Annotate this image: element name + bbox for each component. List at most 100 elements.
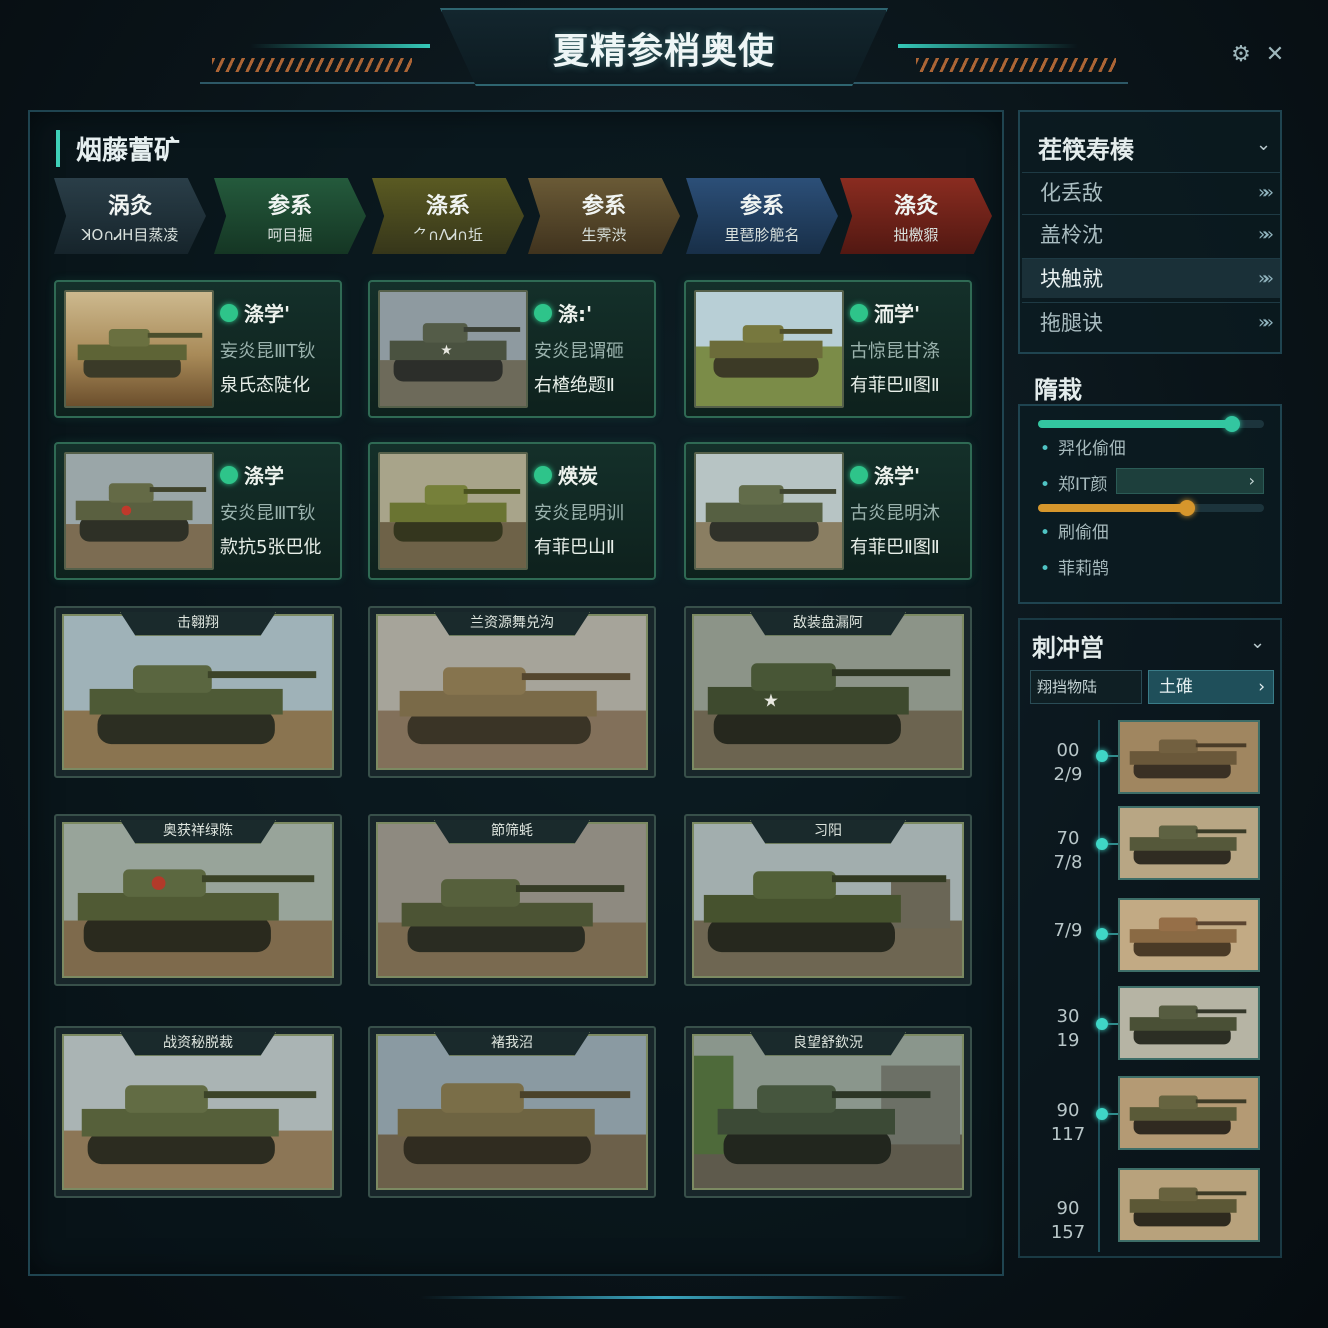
- settings-icon[interactable]: ⚙: [1228, 42, 1254, 68]
- status-icon: [534, 303, 552, 322]
- tank-image: ★: [692, 614, 964, 770]
- chevron-down-icon[interactable]: ⌄: [1256, 134, 1271, 155]
- timeline-title: 刺冲営: [1032, 634, 1104, 662]
- timeline-entry: 00 2/9: [1030, 718, 1266, 798]
- tank-name: 洏学': [874, 302, 921, 326]
- timeline-thumbnail[interactable]: [1118, 1076, 1260, 1150]
- tank-showcase-card[interactable]: 击翱翔: [54, 606, 342, 778]
- tank-showcase-card[interactable]: 习阳: [684, 814, 972, 986]
- tab-sublabel: 里琶胗䈈名: [724, 225, 800, 244]
- tank-stat: 款抗5张巴仳: [220, 537, 322, 558]
- tab-sublabel: 呵目掘: [267, 225, 313, 244]
- tank-name: 煐炭: [558, 464, 598, 488]
- tab-sublabel: 生霁渋: [581, 225, 627, 244]
- tank-info: 煐炭 安炎昆明训 有菲巴山Ⅱ: [534, 460, 654, 559]
- status-icon: [850, 465, 868, 484]
- settings-panel: 羿化偷佃 郑IT颜 › 刷偷佃 菲莉鹄: [1018, 404, 1282, 604]
- nav-panel: 茬筷寿楱 ⌄ 化丢敌 »» 盖柃沈 »» 块触就 »» 拖腿诀 »»: [1018, 110, 1282, 354]
- card-label: 击翱翔: [120, 612, 276, 636]
- timeline-thumbnail[interactable]: [1118, 986, 1260, 1060]
- timeline-entry: 7/9: [1030, 896, 1266, 976]
- header-stripes-left: [212, 58, 412, 72]
- slider-1[interactable]: [1038, 416, 1264, 432]
- tank-showcase-card[interactable]: 战资秘脱裁: [54, 1026, 342, 1198]
- nav-item-label: 盖柃沈: [1040, 223, 1103, 247]
- tab-label: 参系: [267, 193, 312, 219]
- tank-image: [62, 1034, 334, 1190]
- tab-5[interactable]: 参系 里琶胗䈈名: [686, 178, 838, 254]
- option-select[interactable]: ›: [1116, 468, 1264, 494]
- tank-card[interactable]: 涤学' 古炎昆明沐 有菲巴Ⅱ图Ⅱ: [684, 442, 972, 580]
- tank-card[interactable]: ★ 涤:' 安炎昆谓砸 右楂绝题Ⅱ: [368, 280, 656, 418]
- nav-item[interactable]: 化丢敌 »»: [1022, 172, 1280, 212]
- header-accent-right: [898, 44, 1078, 48]
- option-label: 郑IT颜: [1040, 470, 1107, 495]
- timeline-dot: [1096, 750, 1108, 762]
- tank-info: 涤:' 安炎昆谓砸 右楂绝题Ⅱ: [534, 298, 654, 397]
- card-label: 习阳: [750, 820, 906, 844]
- chevron-down-icon[interactable]: ⌄: [1250, 632, 1265, 653]
- timeline-entry: 30 19: [1030, 984, 1266, 1064]
- tank-image: [694, 452, 844, 570]
- category-tabs: 涡灸 ꓘO∩ᏗH目蒸凌 参系 呵目掘 涤系 ⺈∩ꓥᏗ∩坵 参系 生霁渋 参系 里…: [54, 178, 994, 256]
- settings-title: 隋栽: [1034, 376, 1082, 404]
- tab-4[interactable]: 参系 生霁渋: [528, 178, 680, 254]
- tab-2[interactable]: 参系 呵目掘: [214, 178, 366, 254]
- tank-showcase-card[interactable]: 奥获祥绿陈: [54, 814, 342, 986]
- tank-card[interactable]: 涤学' 妄炎昆ⅢT钬 泉氏态陡化: [54, 280, 342, 418]
- nav-item-label: 化丢敌: [1040, 181, 1103, 205]
- timeline-value: 00: [1056, 740, 1080, 761]
- tank-stat: 泉氏态陡化: [220, 375, 310, 396]
- tank-card[interactable]: 涤学 安炎昆ⅢT钬 款抗5张巴仳: [54, 442, 342, 580]
- option-label: 羿化偷佃: [1040, 434, 1126, 459]
- timeline-thumbnail[interactable]: [1118, 720, 1260, 794]
- slider-knob[interactable]: [1224, 416, 1241, 432]
- tank-image: [62, 822, 334, 978]
- tank-stat: 右楂绝题Ⅱ: [534, 375, 615, 396]
- tank-image: [64, 452, 214, 570]
- tank-card[interactable]: 煐炭 安炎昆明训 有菲巴山Ⅱ: [368, 442, 656, 580]
- nav-item[interactable]: 块触就 »»: [1022, 258, 1280, 298]
- nav-item[interactable]: 盖柃沈 »»: [1022, 214, 1280, 254]
- close-icon[interactable]: ✕: [1262, 42, 1288, 68]
- header-accent-left: [250, 44, 430, 48]
- tank-image: [692, 822, 964, 978]
- status-icon: [534, 465, 552, 484]
- tank-stat: 有菲巴山Ⅱ: [534, 537, 615, 558]
- nav-panel-title: 茬筷寿楱: [1038, 136, 1134, 164]
- timeline-value: 2/9: [1053, 764, 1083, 785]
- tank-showcase-card[interactable]: 敌装盘漏阿 ★: [684, 606, 972, 778]
- timeline-thumbnail[interactable]: [1118, 898, 1260, 972]
- tank-card[interactable]: 洏学' 古惊昆甘涤 有菲巴Ⅱ图Ⅱ: [684, 280, 972, 418]
- slider-knob[interactable]: [1179, 500, 1196, 516]
- timeline-value: 19: [1056, 1030, 1080, 1051]
- tank-info: 涤学 安炎昆ⅢT钬 款抗5张巴仳: [220, 460, 340, 559]
- tank-showcase-card[interactable]: 節筛蚝: [368, 814, 656, 986]
- tank-name: 涤学: [244, 464, 284, 488]
- timeline-dot: [1096, 1108, 1108, 1120]
- filter-button[interactable]: 土碓 ›: [1148, 670, 1274, 704]
- slider-2[interactable]: [1038, 500, 1264, 516]
- tab-1[interactable]: 涡灸 ꓘO∩ᏗH目蒸凌: [54, 178, 206, 254]
- timeline-thumbnail[interactable]: [1118, 806, 1260, 880]
- filter-input[interactable]: 翔挡物陆: [1030, 670, 1142, 704]
- tank-stat: 安炎昆明训: [534, 503, 624, 524]
- tank-showcase-card[interactable]: 褚我沼: [368, 1026, 656, 1198]
- timeline-dot: [1096, 1018, 1108, 1030]
- timeline-value: 90: [1056, 1198, 1080, 1219]
- double-chevron-right-icon: »»: [1257, 224, 1274, 245]
- chevron-right-icon: ›: [1248, 471, 1255, 490]
- card-label: 節筛蚝: [434, 820, 590, 844]
- nav-item[interactable]: 拖腿诀 »»: [1022, 302, 1280, 342]
- timeline-thumbnail[interactable]: [1118, 1168, 1260, 1242]
- card-label: 奥获祥绿陈: [120, 820, 276, 844]
- tank-image: [692, 1034, 964, 1190]
- tab-label: 参系: [581, 193, 626, 219]
- timeline-value: 90: [1056, 1100, 1080, 1121]
- tank-stat: 安炎昆谓砸: [534, 341, 624, 362]
- tab-6[interactable]: 涤灸 拙檄貑: [840, 178, 992, 254]
- tank-showcase-card[interactable]: 兰资源舞兑沟: [368, 606, 656, 778]
- option-label: 刷偷佃: [1040, 518, 1109, 543]
- tab-3[interactable]: 涤系 ⺈∩ꓥᏗ∩坵: [372, 178, 524, 254]
- tank-showcase-card[interactable]: 良望舒欽況: [684, 1026, 972, 1198]
